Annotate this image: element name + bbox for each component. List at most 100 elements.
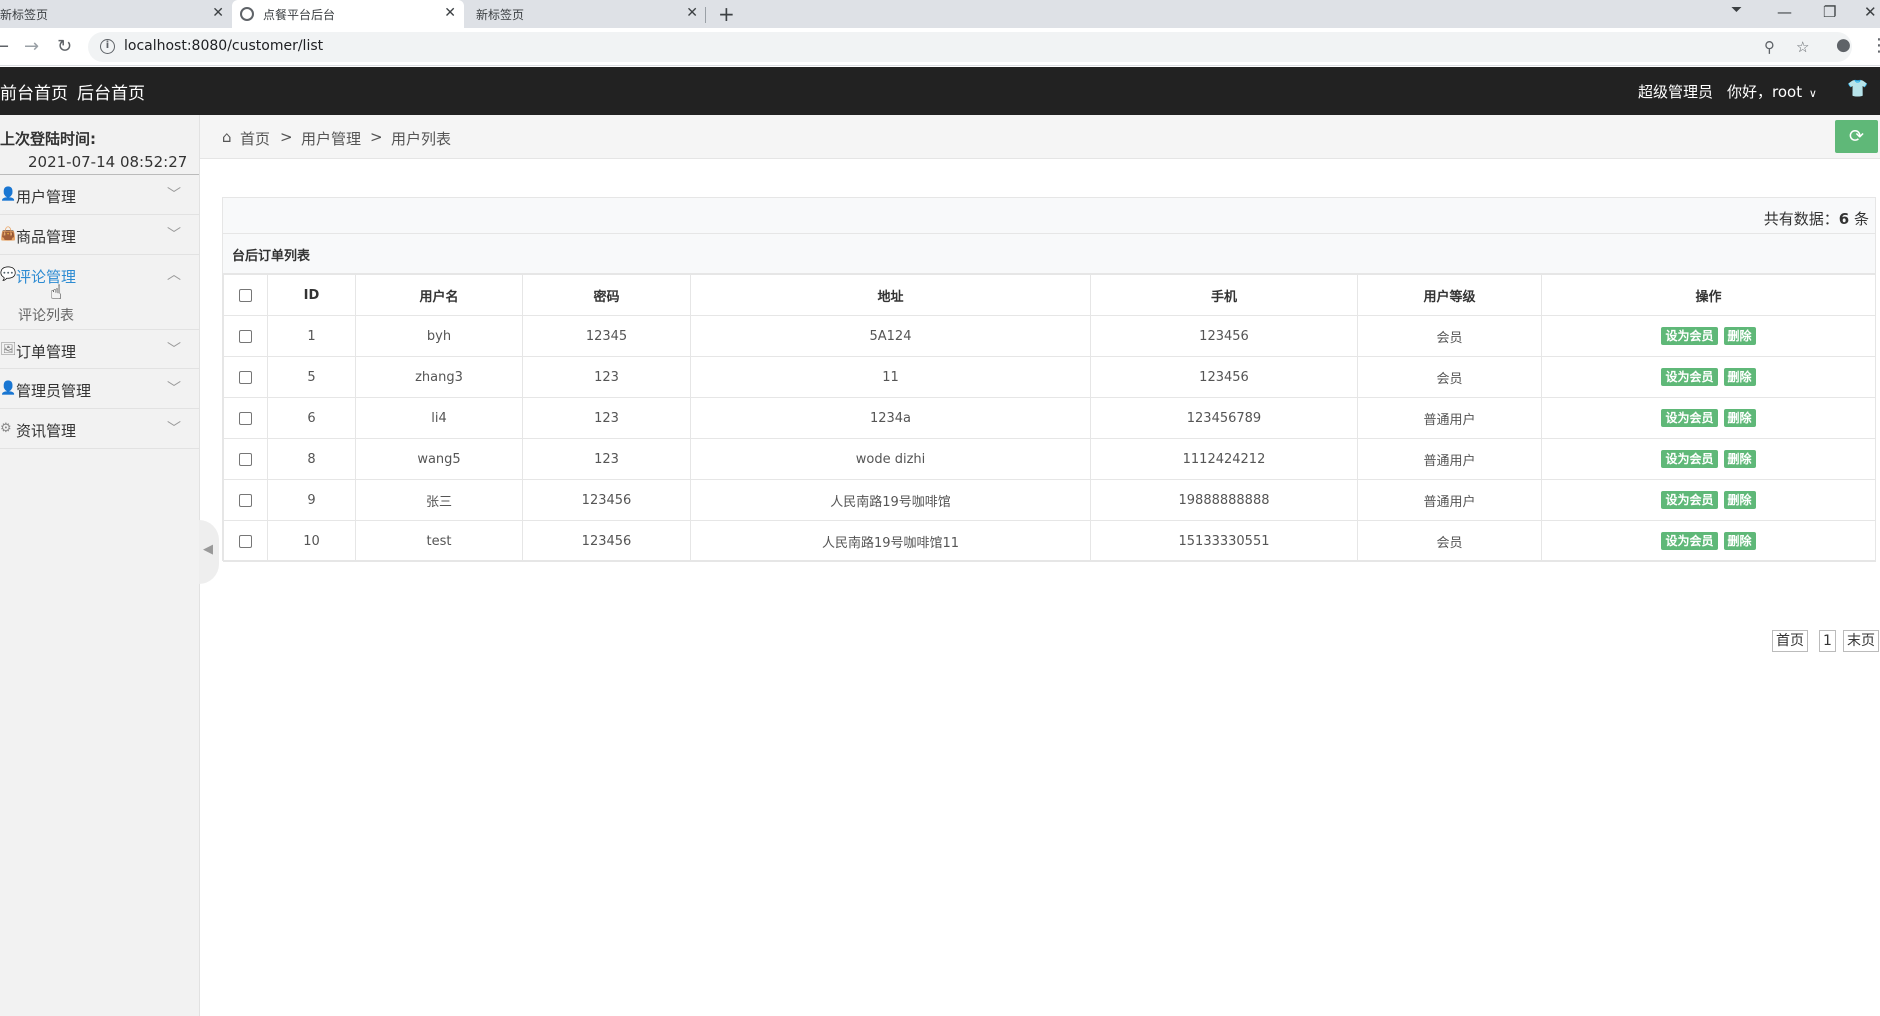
sidebar-item-news-management[interactable]: ⚙ 资讯管理 ﹀	[0, 409, 199, 449]
chevron-down-icon: ﹀	[167, 421, 181, 437]
browser-menu-icon[interactable]: ⋮	[1870, 35, 1880, 56]
cell-phone: 19888888888	[1090, 479, 1358, 521]
breadcrumb-home[interactable]: 首页	[240, 128, 270, 149]
minimize-icon[interactable]: —	[1777, 3, 1792, 21]
breadcrumb: ⌂ 首页 > 用户管理 > 用户列表	[200, 115, 1880, 159]
table-header-row: ID 用户名 密码 地址 手机 用户等级 操作	[223, 274, 1876, 316]
pager-last[interactable]: 末页	[1843, 630, 1879, 652]
table-row: 8 wang5 123 wode dizhi 1112424212 普通用户 设为会员 删除	[223, 438, 1876, 480]
bag-icon: 👜	[0, 227, 17, 242]
sidebar-item-label: 资讯管理	[16, 422, 77, 440]
browser-tab-active[interactable]: 点餐平台后台 ✕	[232, 0, 464, 28]
tab-search-icon[interactable]: ⏷	[1731, 2, 1742, 18]
row-checkbox[interactable]	[239, 370, 252, 384]
image-icon: 🖼	[0, 342, 17, 357]
breadcrumb-user-management[interactable]: 用户管理	[301, 128, 361, 149]
delete-button[interactable]: 删除	[1723, 327, 1756, 345]
row-checkbox[interactable]	[239, 329, 252, 343]
total-count-text: 共有数据：6 条	[1764, 208, 1869, 229]
cell-phone: 15133330551	[1090, 520, 1358, 562]
select-all-checkbox[interactable]	[239, 288, 252, 302]
column-header: 用户名	[355, 274, 523, 316]
user-greeting[interactable]: 你好，root ∨	[1727, 81, 1817, 102]
cell-address: 11	[690, 356, 1091, 398]
set-member-button[interactable]: 设为会员	[1661, 368, 1718, 386]
breadcrumb-separator: >	[280, 128, 293, 146]
cell-username: zhang3	[355, 356, 523, 398]
window-close-icon[interactable]: ✕	[1864, 3, 1877, 21]
tab-separator	[705, 7, 706, 23]
sidebar-item-label: 商品管理	[16, 228, 77, 246]
row-checkbox[interactable]	[239, 452, 252, 466]
tab-close-icon[interactable]: ✕	[212, 5, 224, 21]
nav-frontend-home[interactable]: 前台首页	[0, 79, 68, 104]
tab-close-icon[interactable]: ✕	[686, 5, 698, 21]
panel-toolbar: 共有数据：6 条	[223, 198, 1875, 234]
forward-icon[interactable]: →	[24, 36, 39, 57]
actions-cell: 设为会员 删除	[1541, 520, 1876, 562]
sidebar-item-comment-management[interactable]: 💬 评论管理 ︿	[0, 255, 199, 295]
bookmark-star-icon[interactable]: ☆	[1796, 38, 1809, 56]
browser-tab[interactable]: 新标签页 ✕	[466, 0, 706, 28]
reload-icon[interactable]: ↻	[57, 36, 72, 57]
restore-icon[interactable]: ❐	[1823, 3, 1836, 21]
table-row: 9 张三 123456 人民南路19号咖啡馆 19888888888 普通用户 设为会员 删除	[223, 479, 1876, 521]
cell-id: 1	[267, 315, 356, 357]
delete-button[interactable]: 删除	[1723, 450, 1756, 468]
cell-address: 人民南路19号咖啡馆11	[690, 520, 1091, 562]
back-icon[interactable]: ←	[0, 36, 9, 57]
cell-id: 9	[267, 479, 356, 521]
set-member-button[interactable]: 设为会员	[1661, 409, 1718, 427]
sidebar-item-user-management[interactable]: 👤 用户管理 ﹀	[0, 175, 199, 215]
sidebar-collapse-handle[interactable]: ◀	[199, 520, 219, 584]
set-member-button[interactable]: 设为会员	[1661, 450, 1718, 468]
refresh-icon: ⟳	[1848, 126, 1865, 147]
row-checkbox[interactable]	[239, 534, 252, 548]
user-list-panel: 共有数据：6 条 台后订单列表 ID 用户名 密码 地址 手机 用户等级 操作 …	[222, 197, 1876, 562]
refresh-button[interactable]: ⟳	[1835, 120, 1878, 153]
row-checkbox[interactable]	[239, 493, 252, 507]
chevron-up-icon: ︿	[167, 267, 181, 283]
column-header: 操作	[1541, 274, 1876, 316]
sidebar-item-order-management[interactable]: 🖼 订单管理 ﹀	[0, 329, 199, 369]
chevron-down-icon: ﹀	[167, 342, 181, 358]
cell-password: 12345	[522, 315, 691, 357]
zoom-icon[interactable]: ⚲	[1764, 38, 1775, 56]
pager-page-1[interactable]: 1	[1819, 630, 1836, 652]
delete-button[interactable]: 删除	[1723, 491, 1756, 509]
sidebar-item-label: 管理员管理	[16, 382, 92, 400]
profile-icon[interactable]: ●	[1836, 35, 1851, 55]
delete-button[interactable]: 删除	[1723, 368, 1756, 386]
delete-button[interactable]: 删除	[1723, 409, 1756, 427]
tab-close-icon[interactable]: ✕	[444, 5, 456, 21]
info-icon[interactable]: i	[100, 39, 115, 54]
row-checkbox[interactable]	[239, 411, 252, 425]
cell-address: 5A124	[690, 315, 1091, 357]
actions-cell: 设为会员 删除	[1541, 479, 1876, 521]
cell-id: 8	[267, 438, 356, 480]
sidebar-item-label: 评论管理	[16, 268, 77, 286]
new-tab-icon[interactable]: +	[718, 2, 735, 26]
user-table: ID 用户名 密码 地址 手机 用户等级 操作 1 byh 12345 5A124 12…	[223, 274, 1876, 562]
sidebar-item-product-management[interactable]: 👜 商品管理 ﹀	[0, 215, 199, 255]
set-member-button[interactable]: 设为会员	[1661, 491, 1718, 509]
cell-username: 张三	[355, 479, 523, 521]
sidebar-subitem-comment-list[interactable]: 评论列表	[0, 296, 199, 330]
browser-toolbar: ← → ↻ i localhost:8080/customer/list ⚲ ☆…	[0, 28, 1880, 66]
cell-phone: 1112424212	[1090, 438, 1358, 480]
row-select-cell	[223, 520, 268, 562]
browser-tab[interactable]: 新标签页 ✕	[0, 0, 232, 28]
delete-button[interactable]: 删除	[1723, 532, 1756, 550]
actions-cell: 设为会员 删除	[1541, 438, 1876, 480]
caret-left-icon: ◀	[203, 542, 213, 557]
pager-first[interactable]: 首页	[1772, 630, 1808, 652]
shirt-icon[interactable]: 👕	[1847, 79, 1868, 99]
column-header: 密码	[522, 274, 691, 316]
tab-title: 新标签页	[476, 7, 525, 22]
address-bar[interactable]: i localhost:8080/customer/list ⚲ ☆	[88, 32, 1852, 62]
cell-id: 5	[267, 356, 356, 398]
sidebar-item-admin-management[interactable]: 👤 管理员管理 ﹀	[0, 369, 199, 409]
set-member-button[interactable]: 设为会员	[1661, 532, 1718, 550]
nav-backend-home[interactable]: 后台首页	[77, 79, 145, 104]
set-member-button[interactable]: 设为会员	[1661, 327, 1718, 345]
